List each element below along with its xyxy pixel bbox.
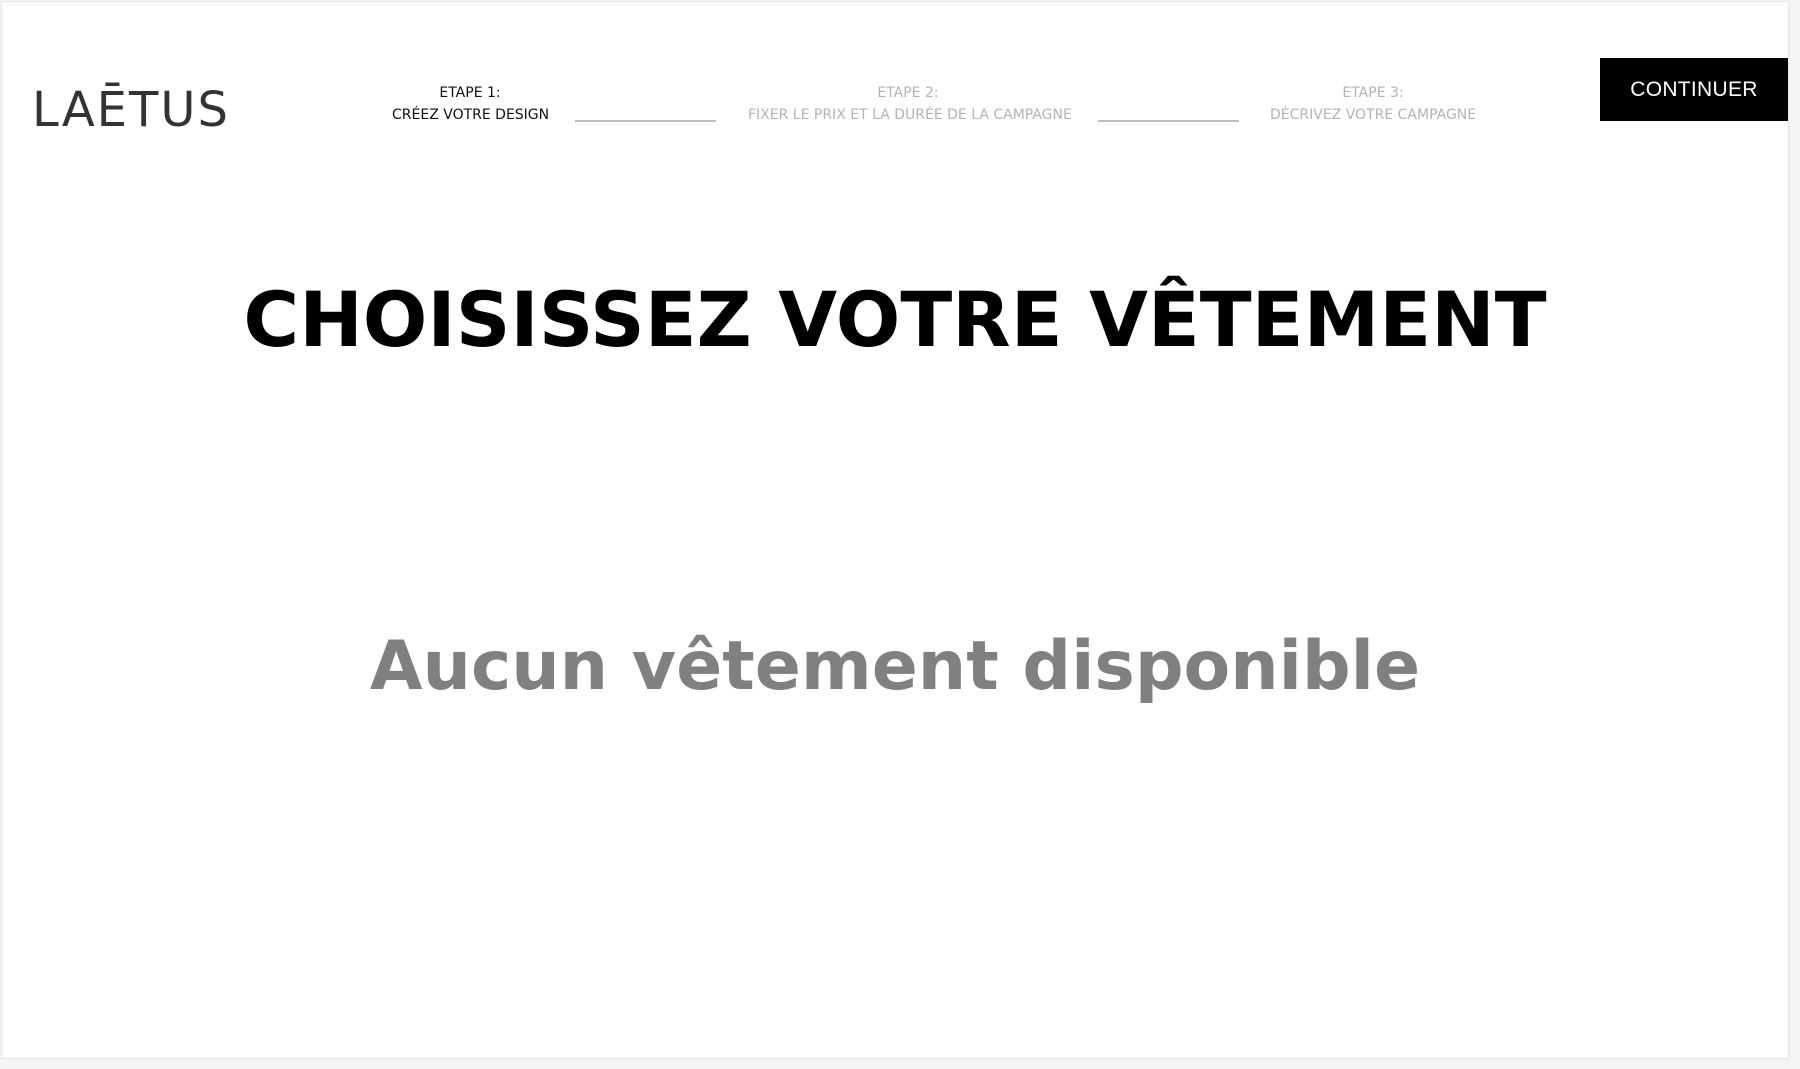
step-3: ETAPE 3: DÉCRIVEZ VOTRE CAMPAGNE: [1270, 82, 1476, 126]
step-2-title: ETAPE 2:: [877, 85, 939, 101]
continue-button[interactable]: CONTINUER: [1600, 58, 1788, 121]
step-1: ETAPE 1: CRÉEZ VOTRE DESIGN: [392, 82, 550, 126]
header: LAĒTUS ETAPE 1: CRÉEZ VOTRE DESIGN ETAPE…: [2, 2, 1788, 182]
step-connector-1: [575, 120, 716, 122]
progress-steps: ETAPE 1: CRÉEZ VOTRE DESIGN ETAPE 2: FIX…: [2, 82, 1788, 132]
step-1-description: CRÉEZ VOTRE DESIGN: [392, 107, 550, 123]
step-2: ETAPE 2: FIXER LE PRIX ET LA DURÉE DE LA…: [748, 82, 1072, 126]
page-title: CHOISISSEZ VOTRE VÊTEMENT: [243, 275, 1547, 364]
empty-state-message: Aucun vêtement disponible: [369, 627, 1421, 706]
step-connector-2: [1098, 120, 1239, 122]
step-2-description: FIXER LE PRIX ET LA DURÉE DE LA CAMPAGNE: [748, 107, 1072, 123]
page-container: LAĒTUS ETAPE 1: CRÉEZ VOTRE DESIGN ETAPE…: [1, 1, 1789, 1059]
step-3-description: DÉCRIVEZ VOTRE CAMPAGNE: [1270, 107, 1477, 123]
step-3-title: ETAPE 3:: [1342, 85, 1404, 101]
step-1-title: ETAPE 1:: [439, 85, 501, 101]
